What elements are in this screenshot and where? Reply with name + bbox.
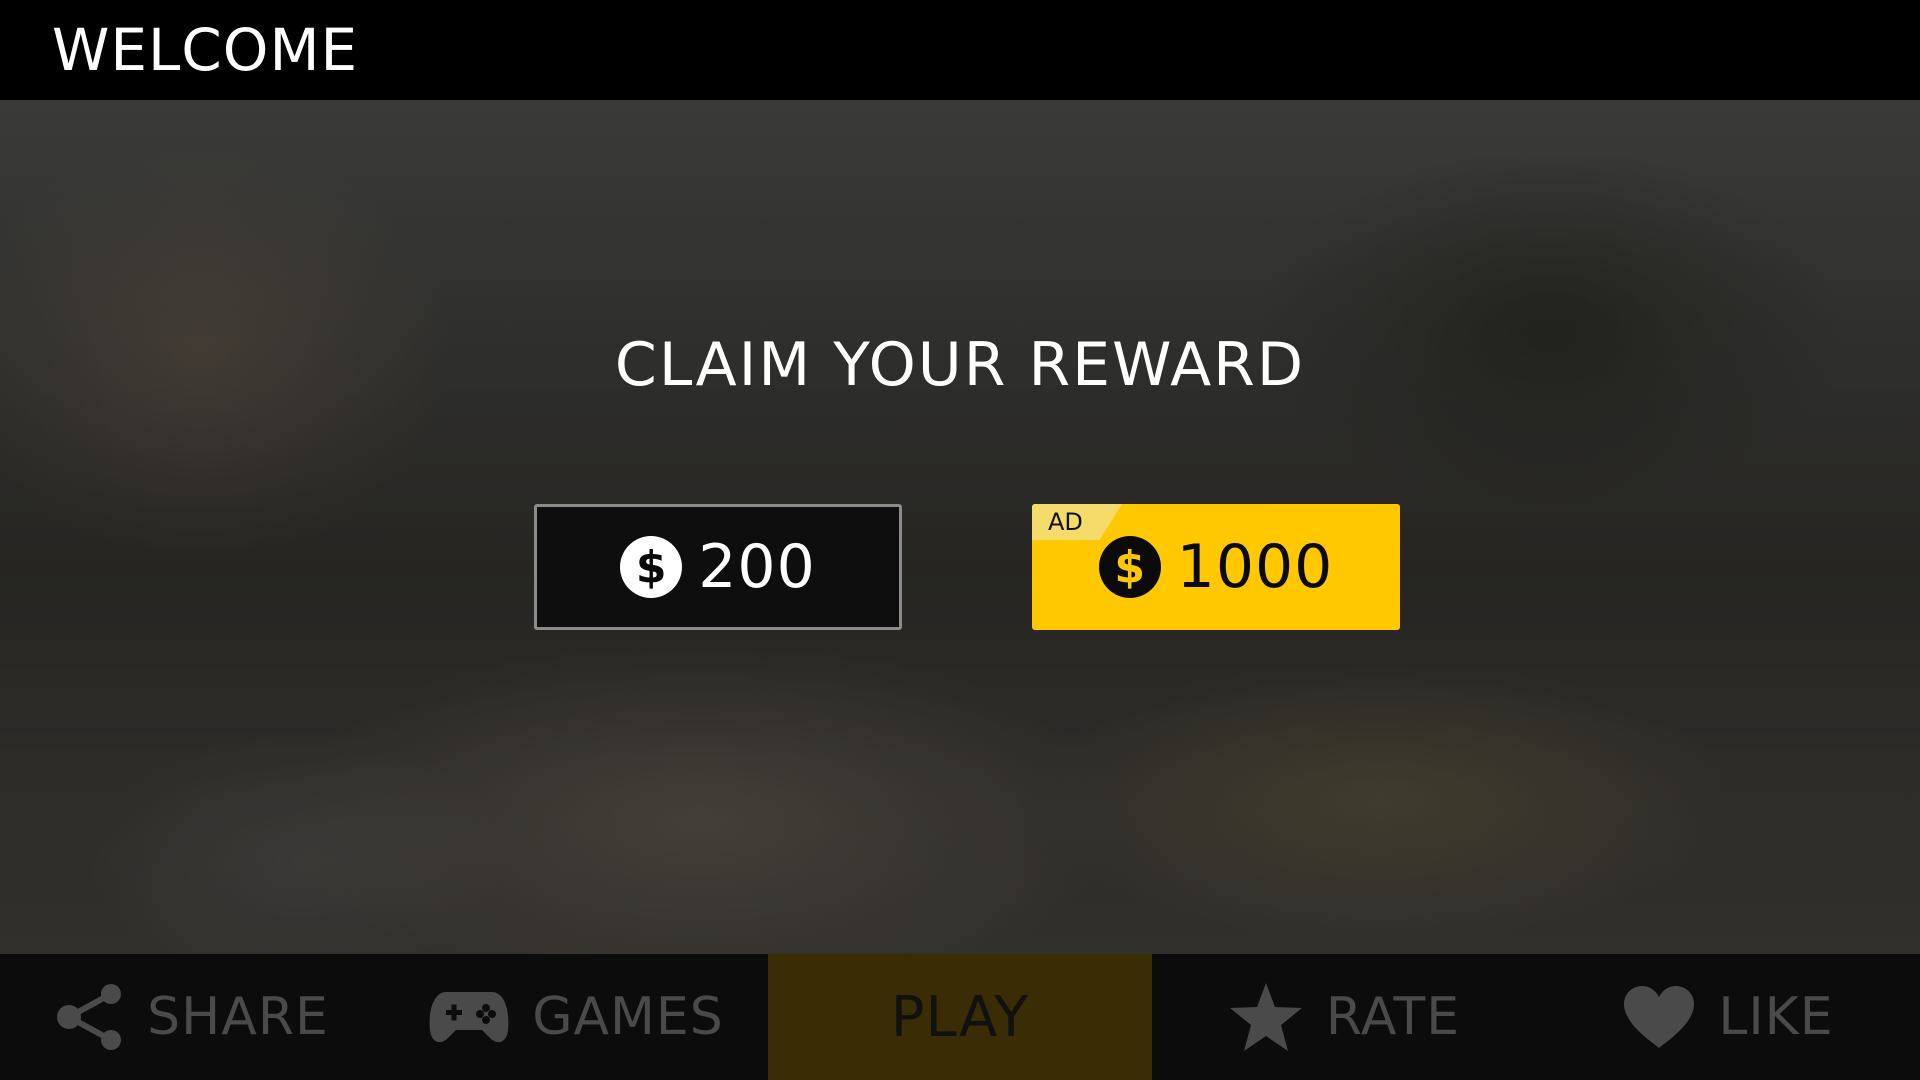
- nav-rate-label: RATE: [1325, 987, 1461, 1047]
- share-icon: [55, 984, 125, 1050]
- background-shade: [0, 100, 1920, 954]
- nav-like-button[interactable]: LIKE: [1536, 954, 1920, 1080]
- page-title: WELCOME: [52, 16, 359, 84]
- gamepad-icon: [428, 986, 510, 1048]
- nav-games-label: GAMES: [532, 987, 724, 1047]
- coin-icon: $: [1098, 536, 1161, 598]
- top-bar: WELCOME: [0, 0, 1920, 100]
- reward-amount: 1000: [1176, 532, 1334, 602]
- nav-share-button[interactable]: SHARE: [0, 954, 384, 1080]
- heart-icon: [1622, 984, 1696, 1050]
- bottom-nav: SHARE GAMES PLAY RATE LIKE: [0, 954, 1920, 1080]
- claim-200-button[interactable]: $ 200: [534, 504, 902, 630]
- nav-games-button[interactable]: GAMES: [384, 954, 768, 1080]
- claim-1000-ad-button[interactable]: AD $ 1000: [1032, 504, 1400, 630]
- star-icon: [1228, 981, 1304, 1053]
- claim-reward-title: CLAIM YOUR REWARD: [614, 330, 1306, 400]
- nav-play-label: PLAY: [890, 984, 1030, 1050]
- ad-badge-label: AD: [1048, 508, 1083, 536]
- reward-amount: 200: [698, 532, 816, 602]
- background-scene: [0, 100, 1920, 954]
- coin-icon: $: [620, 536, 683, 598]
- nav-like-label: LIKE: [1718, 987, 1834, 1047]
- nav-share-label: SHARE: [147, 987, 329, 1047]
- nav-play-button[interactable]: PLAY: [768, 954, 1152, 1080]
- nav-rate-button[interactable]: RATE: [1152, 954, 1536, 1080]
